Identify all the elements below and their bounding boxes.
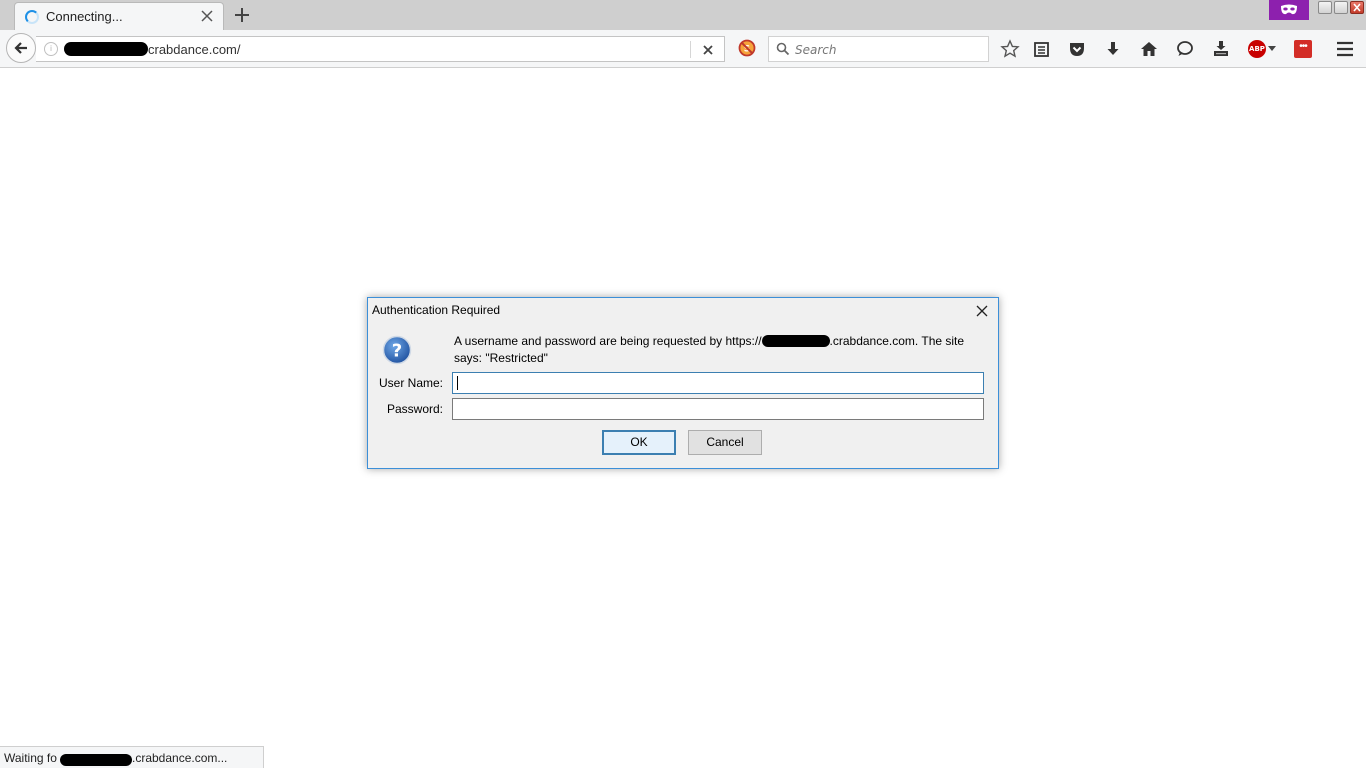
authentication-dialog: Authentication Required ? A username and… bbox=[367, 297, 999, 469]
adblock-plus-icon[interactable]: ABP bbox=[1248, 40, 1266, 58]
search-bar[interactable] bbox=[768, 36, 989, 62]
navigation-toolbar: i crabdance.com/ bbox=[0, 30, 1366, 68]
bookmarks-library-icon[interactable] bbox=[1031, 39, 1051, 59]
dialog-title: Authentication Required bbox=[372, 303, 501, 317]
loading-spinner-icon bbox=[25, 10, 39, 24]
chat-bubble-icon[interactable] bbox=[1175, 39, 1195, 59]
adblock-menu-arrow-icon[interactable] bbox=[1268, 46, 1276, 51]
hostname-redaction bbox=[761, 335, 830, 347]
tab-strip: Connecting... bbox=[0, 0, 1366, 30]
stop-loading-icon[interactable] bbox=[699, 41, 717, 59]
status-text-start: Waiting fo bbox=[4, 751, 57, 765]
window-close-button[interactable] bbox=[1350, 1, 1364, 14]
cancel-button[interactable]: Cancel bbox=[688, 430, 762, 455]
window-maximize-button[interactable] bbox=[1334, 1, 1348, 14]
hamburger-menu-icon[interactable] bbox=[1335, 39, 1355, 59]
new-tab-icon[interactable] bbox=[233, 6, 251, 24]
search-input[interactable] bbox=[793, 40, 987, 60]
back-arrow-icon bbox=[14, 42, 27, 54]
url-redaction bbox=[64, 42, 148, 56]
svg-text:?: ? bbox=[392, 341, 402, 362]
username-label: User Name: bbox=[378, 376, 443, 390]
downloads-icon[interactable] bbox=[1103, 39, 1123, 59]
text-cursor bbox=[457, 376, 458, 390]
ok-button[interactable]: OK bbox=[602, 430, 676, 455]
username-input[interactable] bbox=[452, 372, 984, 394]
status-text-end: .crabdance.com... bbox=[132, 751, 228, 765]
url-separator bbox=[690, 41, 691, 58]
window-minimize-button[interactable] bbox=[1318, 1, 1332, 14]
back-button[interactable] bbox=[6, 33, 36, 63]
password-input[interactable] bbox=[452, 398, 984, 420]
tab-connecting[interactable]: Connecting... bbox=[14, 2, 224, 30]
password-label: Password: bbox=[386, 402, 443, 416]
question-icon: ? bbox=[382, 335, 412, 365]
status-panel: Waiting fo .crabdance.com... bbox=[0, 746, 264, 768]
search-icon bbox=[776, 42, 790, 56]
private-browsing-mask-icon bbox=[1269, 0, 1309, 20]
tab-title: Connecting... bbox=[46, 9, 123, 24]
dialog-message: A username and password are being reques… bbox=[454, 333, 974, 367]
dialog-message-start: A username and password are being reques… bbox=[454, 334, 762, 348]
close-tab-icon[interactable] bbox=[199, 8, 215, 24]
site-info-icon[interactable]: i bbox=[44, 42, 58, 56]
pocket-icon[interactable] bbox=[1067, 39, 1087, 59]
downloader-extension-icon[interactable] bbox=[1211, 39, 1231, 59]
address-bar[interactable]: i crabdance.com/ bbox=[36, 36, 725, 62]
lastpass-icon[interactable]: ••• bbox=[1294, 40, 1312, 58]
dialog-close-icon[interactable] bbox=[971, 302, 993, 320]
bookmark-star-icon[interactable] bbox=[1000, 39, 1020, 59]
home-icon[interactable] bbox=[1139, 39, 1159, 59]
noscript-icon[interactable]: S bbox=[738, 39, 756, 57]
status-redaction bbox=[60, 754, 132, 766]
url-text: crabdance.com/ bbox=[148, 42, 241, 57]
